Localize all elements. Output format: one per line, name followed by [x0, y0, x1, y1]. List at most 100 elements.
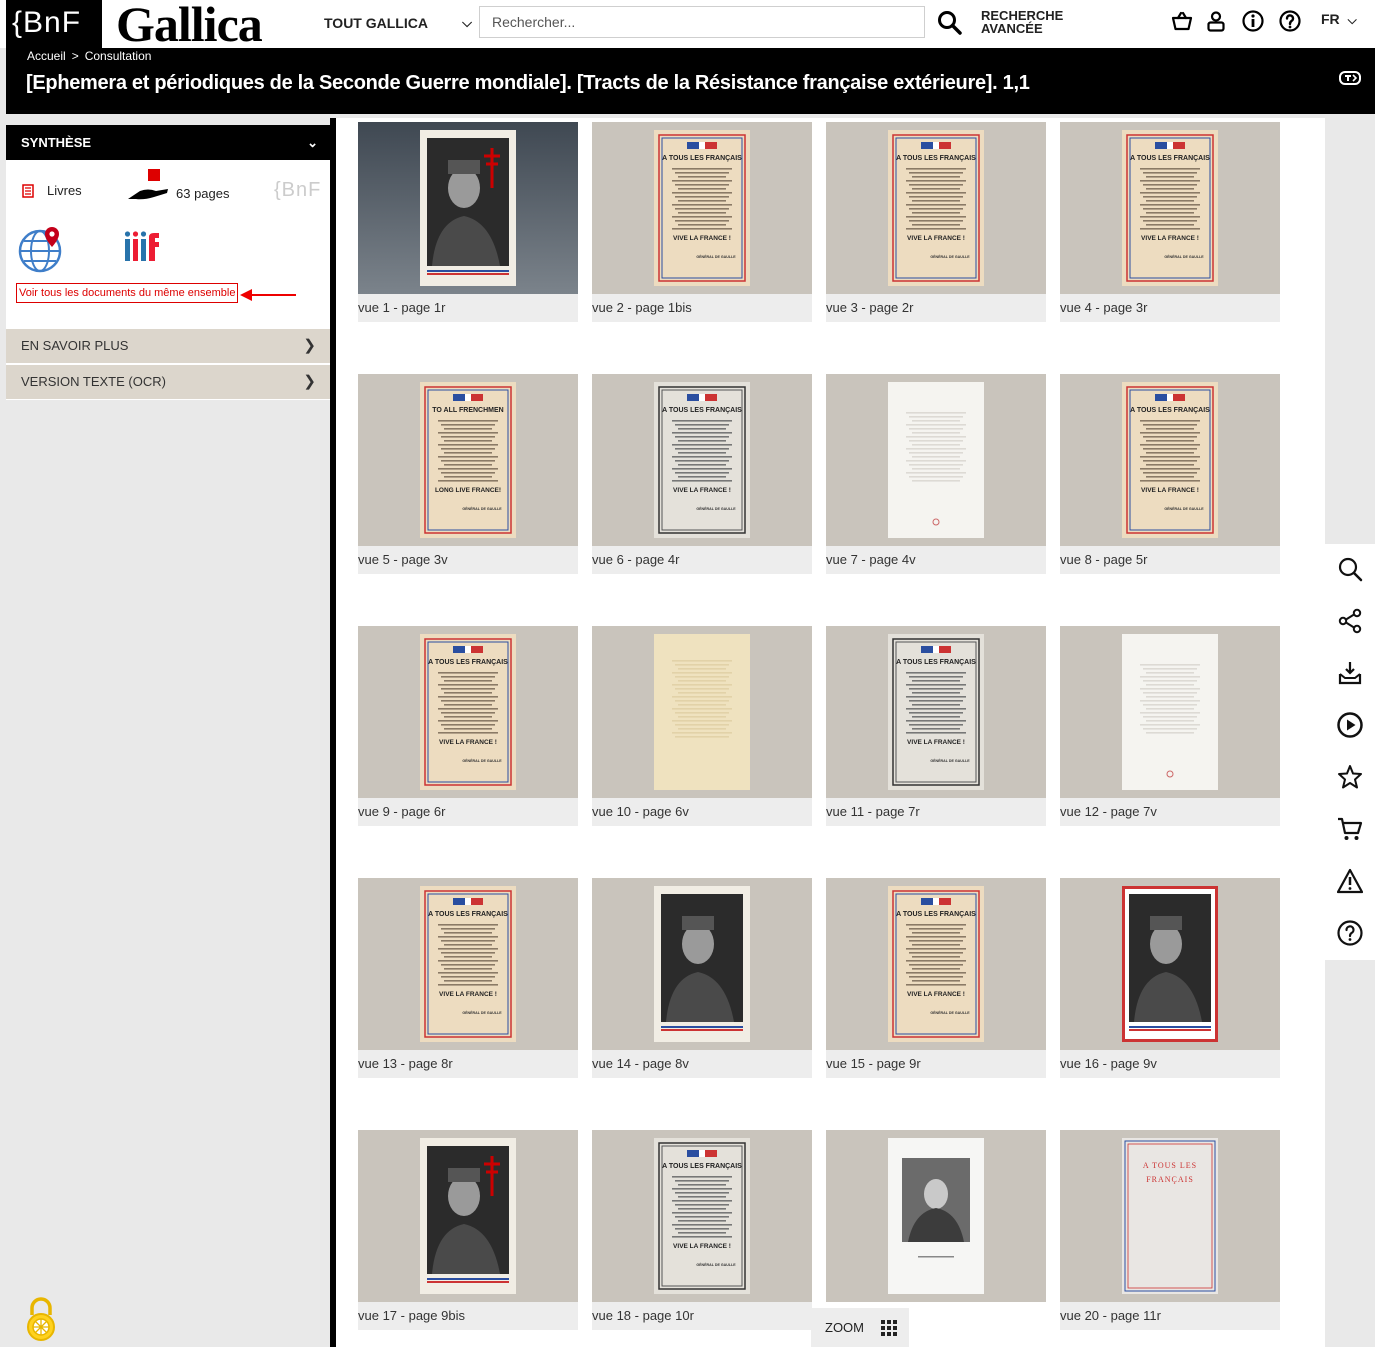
zoom-label: ZOOM [825, 1320, 864, 1335]
grid-view-icon[interactable] [881, 1320, 897, 1336]
account-icon[interactable] [1204, 9, 1228, 33]
sidebar-panel-ocr[interactable]: VERSION TEXTE (OCR) ❯ [6, 365, 330, 399]
svg-text:GÉNÉRAL DE GAULLE: GÉNÉRAL DE GAULLE [462, 506, 502, 511]
thumbnail-card[interactable]: A TOUS LES FRANÇAIS VIVE LA FRANCE ! GÉNÉR… [1060, 370, 1280, 574]
thumbnail-card[interactable]: A TOUS LES FRANÇAIS VIVE LA FRANCE ! GÉNÉR… [1060, 118, 1280, 322]
cart-icon[interactable] [1337, 816, 1363, 842]
page-scan-image [654, 886, 750, 1042]
thumbnail-card[interactable]: A TOUS LES FRANÇAIS VIVE LA FRANCE ! GÉNÉR… [358, 622, 578, 826]
page-scan-image [1122, 634, 1218, 790]
site-header: {BnF Gallica TOUT GALLICA ⌵ RECHERCHE AV… [0, 0, 1375, 50]
svg-text:A TOUS LES FRANÇAIS: A TOUS LES FRANÇAIS [662, 407, 742, 414]
thumbnail-card[interactable]: A TOUS LES FRANÇAIS VIVE LA FRANCE ! GÉNÉR… [592, 370, 812, 574]
page-scan-image: A TOUS LES FRANÇAIS VIVE LA FRANCE ! GÉNÉR… [1122, 382, 1218, 538]
svg-text:A TOUS LES FRANÇAIS: A TOUS LES FRANÇAIS [662, 155, 742, 162]
page-thumbnail[interactable]: A TOUS LES FRANÇAIS VIVE LA FRANCE ! GÉNÉR… [826, 878, 1046, 1050]
thumbnail-card[interactable]: vue 17 - page 9bis [358, 1126, 578, 1330]
zoom-bar[interactable]: ZOOM [811, 1308, 909, 1347]
page-thumbnail[interactable] [592, 878, 812, 1050]
thumbnail-caption: vue 2 - page 1bis [592, 294, 812, 322]
breadcrumb-home[interactable]: Accueil [27, 49, 66, 63]
svg-text:VIVE LA FRANCE !: VIVE LA FRANCE ! [673, 1243, 731, 1250]
thumbnail-card[interactable]: A TOUS LES FRANÇAIS VIVE LA FRANCE ! GÉNÉR… [826, 118, 1046, 322]
help-icon[interactable] [1337, 920, 1363, 946]
page-thumbnail[interactable] [1060, 878, 1280, 1050]
iiif-icon[interactable] [124, 231, 160, 263]
search-input[interactable] [479, 6, 925, 38]
text-mode-icon[interactable] [1339, 71, 1361, 85]
thumbnail-caption: vue 14 - page 8v [592, 1050, 812, 1078]
svg-text:VIVE LA FRANCE !: VIVE LA FRANCE ! [673, 235, 731, 242]
search-scope-select[interactable]: TOUT GALLICA ⌵ [318, 6, 476, 40]
svg-text:GÉNÉRAL DE GAULLE: GÉNÉRAL DE GAULLE [1164, 506, 1204, 511]
page-thumbnail[interactable]: A TOUS LES FRANÇAIS VIVE LA FRANCE ! GÉNÉR… [1060, 374, 1280, 546]
thumbnail-caption: vue 15 - page 9r [826, 1050, 1046, 1078]
download-icon[interactable] [1337, 660, 1363, 686]
page-thumbnail[interactable]: A TOUS LES FRANÇAIS VIVE LA FRANCE ! GÉNÉR… [358, 878, 578, 1050]
page-thumbnail[interactable]: A TOUS LES FRANÇAIS VIVE LA FRANCE ! GÉNÉR… [592, 1130, 812, 1302]
page-thumbnail[interactable]: A TOUS LES FRANÇAIS VIVE LA FRANCE ! GÉNÉR… [358, 626, 578, 798]
page-thumbnail[interactable]: A TOUS LES FRANÇAIS VIVE LA FRANCE ! GÉNÉR… [592, 122, 812, 294]
sidebar-panel-en-savoir-plus[interactable]: EN SAVOIR PLUS ❯ [6, 329, 330, 363]
svg-text:LONG LIVE FRANCE!: LONG LIVE FRANCE! [435, 487, 501, 494]
search-icon[interactable] [936, 9, 964, 37]
thumbnail-card[interactable]: A TOUS LES FRANÇAIS VIVE LA FRANCE ! GÉNÉR… [592, 118, 812, 322]
svg-text:FRANÇAIS: FRANÇAIS [1146, 1175, 1194, 1184]
thumbnail-card[interactable]: TO ALL FRENCHMEN LONG LIVE FRANCE! GÉNÉRAL… [358, 370, 578, 574]
play-icon[interactable] [1337, 712, 1363, 738]
page-scan-image: A TOUS LES FRANÇAIS VIVE LA FRANCE ! GÉNÉR… [1122, 130, 1218, 286]
page-thumbnail[interactable]: A TOUS LES FRANÇAIS VIVE LA FRANCE ! GÉNÉR… [826, 626, 1046, 798]
svg-text:VIVE LA FRANCE !: VIVE LA FRANCE ! [439, 739, 497, 746]
star-icon[interactable] [1337, 764, 1363, 790]
thumbnail-caption: vue 12 - page 7v [1060, 798, 1280, 826]
svg-text:GÉNÉRAL DE GAULLE: GÉNÉRAL DE GAULLE [462, 1010, 502, 1015]
thumbnail-card[interactable]: A TOUS LES FRANÇAIS VIVE LA FRANCE ! GÉNÉR… [592, 1126, 812, 1330]
bnf-logo[interactable]: {BnF [6, 0, 102, 48]
thumbnail-card[interactable]: A TOUS LES FRANÇAIS vue 20 - page 11r [1060, 1126, 1280, 1330]
thumbnail-card[interactable]: vue 16 - page 9v [1060, 874, 1280, 1078]
thumbnail-card[interactable] [826, 1126, 1046, 1326]
globe-map-icon[interactable] [16, 225, 66, 273]
page-thumbnail[interactable]: A TOUS LES FRANÇAIS VIVE LA FRANCE ! GÉNÉR… [826, 122, 1046, 294]
gallica-logo[interactable]: Gallica [116, 0, 263, 50]
svg-text:VIVE LA FRANCE !: VIVE LA FRANCE ! [1141, 235, 1199, 242]
thumbnail-grid: vue 1 - page 1r A TOUS LES FRANÇAIS VIVE L… [336, 118, 1325, 1347]
page-thumbnail[interactable]: TO ALL FRENCHMEN LONG LIVE FRANCE! GÉNÉRAL… [358, 374, 578, 546]
thumbnail-card[interactable]: A TOUS LES FRANÇAIS VIVE LA FRANCE ! GÉNÉR… [358, 874, 578, 1078]
thumbnail-card[interactable]: vue 14 - page 8v [592, 874, 812, 1078]
page-thumbnail[interactable] [358, 122, 578, 294]
page-scan-image [1122, 886, 1218, 1042]
page-count: 63 pages [176, 186, 230, 201]
thumbnail-card[interactable]: vue 7 - page 4v [826, 370, 1046, 574]
page-scan-image: A TOUS LES FRANÇAIS VIVE LA FRANCE ! GÉNÉR… [654, 1138, 750, 1294]
page-thumbnail[interactable] [1060, 626, 1280, 798]
thumbnail-card[interactable]: A TOUS LES FRANÇAIS VIVE LA FRANCE ! GÉNÉR… [826, 874, 1046, 1078]
info-icon[interactable] [1241, 9, 1265, 33]
page-thumbnail[interactable] [826, 1130, 1046, 1302]
page-scan-image: A TOUS LES FRANÇAIS VIVE LA FRANCE ! GÉNÉR… [888, 886, 984, 1042]
synthese-panel-header[interactable]: SYNTHÈSE ⌄ [6, 125, 330, 160]
page-thumbnail[interactable] [592, 626, 812, 798]
same-set-documents-link[interactable]: Voir tous les documents du même ensemble [16, 283, 239, 303]
page-thumbnail[interactable]: A TOUS LES FRANÇAIS [1060, 1130, 1280, 1302]
language-select[interactable]: FR ⌵ [1321, 11, 1357, 28]
right-toolbar [1325, 544, 1375, 960]
lock-icon[interactable] [25, 1297, 57, 1341]
thumbnail-card[interactable]: vue 10 - page 6v [592, 622, 812, 826]
thumbnail-card[interactable]: A TOUS LES FRANÇAIS VIVE LA FRANCE ! GÉNÉR… [826, 622, 1046, 826]
share-icon[interactable] [1337, 608, 1363, 634]
basket-icon[interactable] [1170, 9, 1194, 33]
thumbnail-card[interactable]: vue 1 - page 1r [358, 118, 578, 322]
page-thumbnail[interactable]: A TOUS LES FRANÇAIS VIVE LA FRANCE ! GÉNÉR… [592, 374, 812, 546]
svg-text:VIVE LA FRANCE !: VIVE LA FRANCE ! [907, 739, 965, 746]
page-thumbnail[interactable] [826, 374, 1046, 546]
warning-icon[interactable] [1337, 868, 1363, 894]
thumbnail-card[interactable]: vue 12 - page 7v [1060, 622, 1280, 826]
svg-text:VIVE LA FRANCE !: VIVE LA FRANCE ! [439, 991, 497, 998]
page-thumbnail[interactable]: A TOUS LES FRANÇAIS VIVE LA FRANCE ! GÉNÉR… [1060, 122, 1280, 294]
page-thumbnail[interactable] [358, 1130, 578, 1302]
advanced-search-link[interactable]: RECHERCHE AVANCÉE [981, 9, 1071, 35]
help-icon[interactable] [1278, 9, 1302, 33]
search-icon[interactable] [1337, 556, 1363, 582]
sidebar: SYNTHÈSE ⌄ Livres 63 pages {BnF Voir tou… [6, 125, 330, 400]
